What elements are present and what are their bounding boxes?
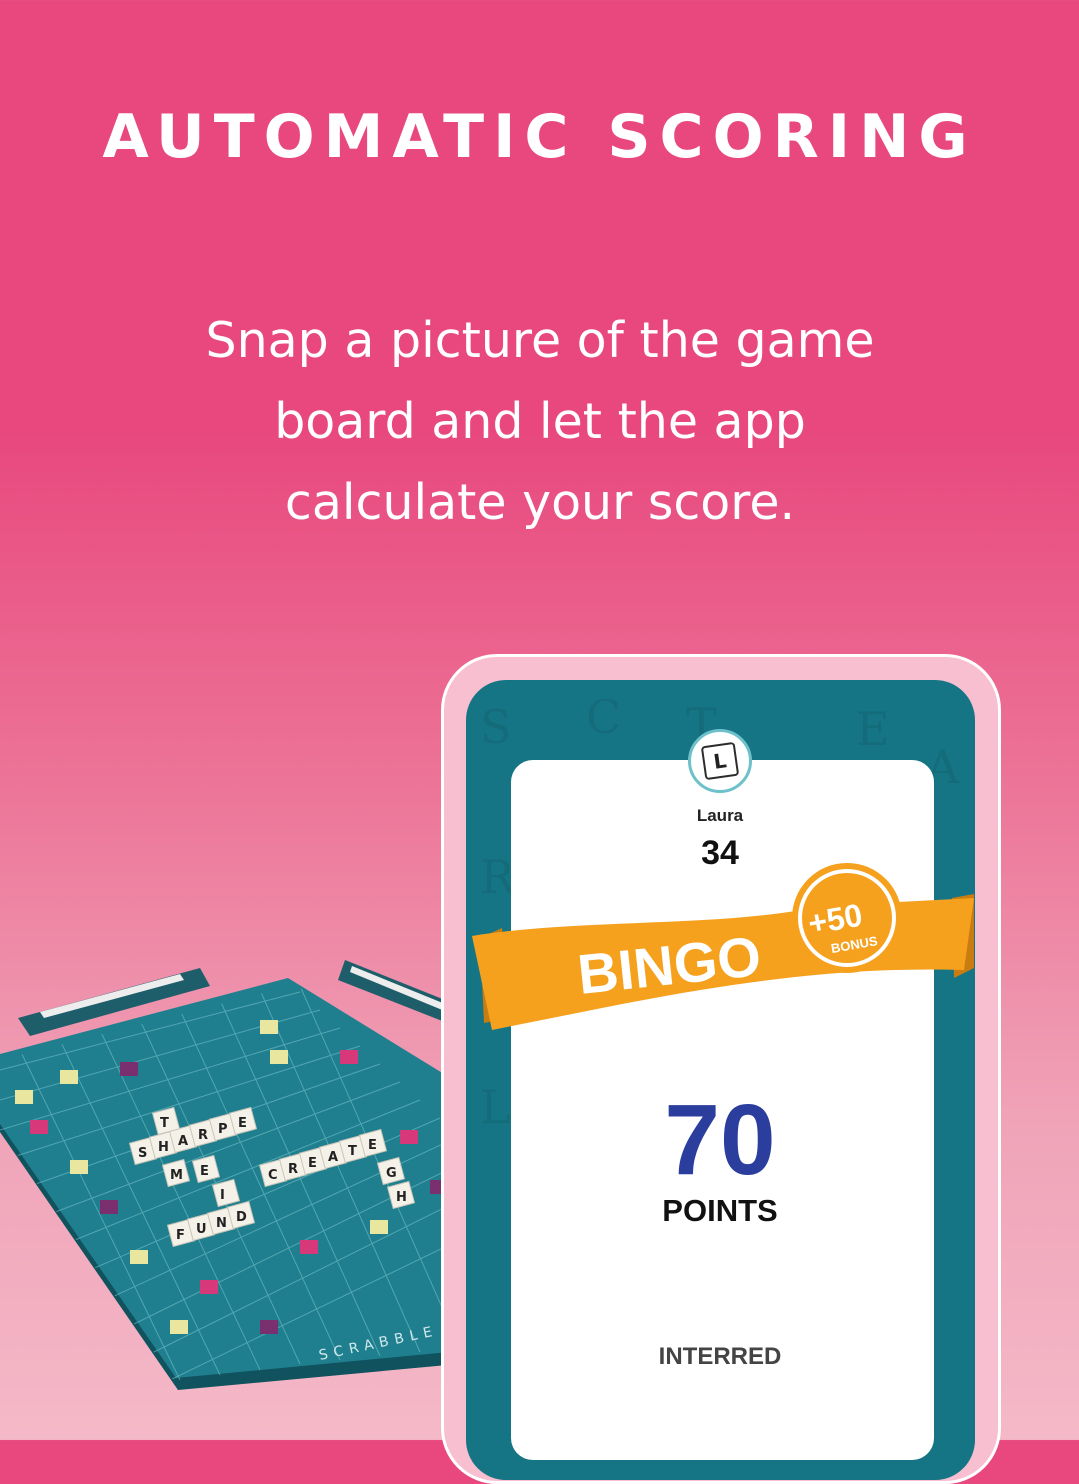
tile-letter: U bbox=[196, 1222, 207, 1237]
tile-letter: D bbox=[236, 1210, 247, 1225]
bg-tile-letter: C bbox=[586, 690, 622, 744]
tile-letter: H bbox=[396, 1190, 407, 1205]
tile-letter: E bbox=[200, 1164, 209, 1179]
bg-tile-letter: E bbox=[856, 702, 890, 756]
subtitle-line: Snap a picture of the game bbox=[205, 312, 875, 369]
tile-letter: F bbox=[176, 1228, 185, 1243]
tile-letter: R bbox=[288, 1162, 298, 1177]
player-avatar[interactable]: L bbox=[688, 729, 752, 793]
subtitle-line: board and let the app bbox=[274, 393, 806, 450]
tile-letter: A bbox=[328, 1150, 338, 1165]
subtitle: Snap a picture of the game board and let… bbox=[140, 300, 940, 543]
bingo-ribbon: BINGO +50 BONUS bbox=[472, 863, 974, 1030]
tile-letter: T bbox=[160, 1116, 169, 1131]
tile-letter: E bbox=[368, 1138, 377, 1153]
tile-letter: A bbox=[178, 1134, 188, 1149]
tile-letter: E bbox=[308, 1156, 317, 1171]
tile-letter: I bbox=[220, 1188, 225, 1203]
tile-letter: S bbox=[138, 1146, 147, 1161]
avatar-letter-tile: L bbox=[700, 741, 740, 781]
played-word: INTERRED bbox=[658, 1343, 782, 1370]
tile-letter: M bbox=[170, 1168, 183, 1183]
tile-letter: R bbox=[198, 1128, 208, 1143]
bg-tile-letter: S bbox=[480, 700, 512, 754]
subtitle-line: calculate your score. bbox=[284, 474, 796, 531]
bg-tile-letter: L bbox=[480, 1080, 511, 1134]
tile-letter: T bbox=[348, 1144, 357, 1159]
tile-letter: C bbox=[268, 1168, 278, 1183]
tile-letter: E bbox=[238, 1116, 247, 1131]
tile-letter: G bbox=[386, 1166, 397, 1181]
points-label: POINTS bbox=[662, 1193, 778, 1228]
tile-letter: H bbox=[158, 1140, 169, 1155]
points-value: 70 bbox=[664, 1084, 776, 1196]
scrabble-board-illustration: S H A R P E C R E A T E F U N D T M E I … bbox=[0, 960, 480, 1390]
player-name: Laura bbox=[696, 806, 744, 825]
tile-letter: N bbox=[216, 1216, 227, 1231]
tile-letter: P bbox=[218, 1122, 228, 1137]
headline: AUTOMATIC SCORING bbox=[102, 102, 977, 172]
